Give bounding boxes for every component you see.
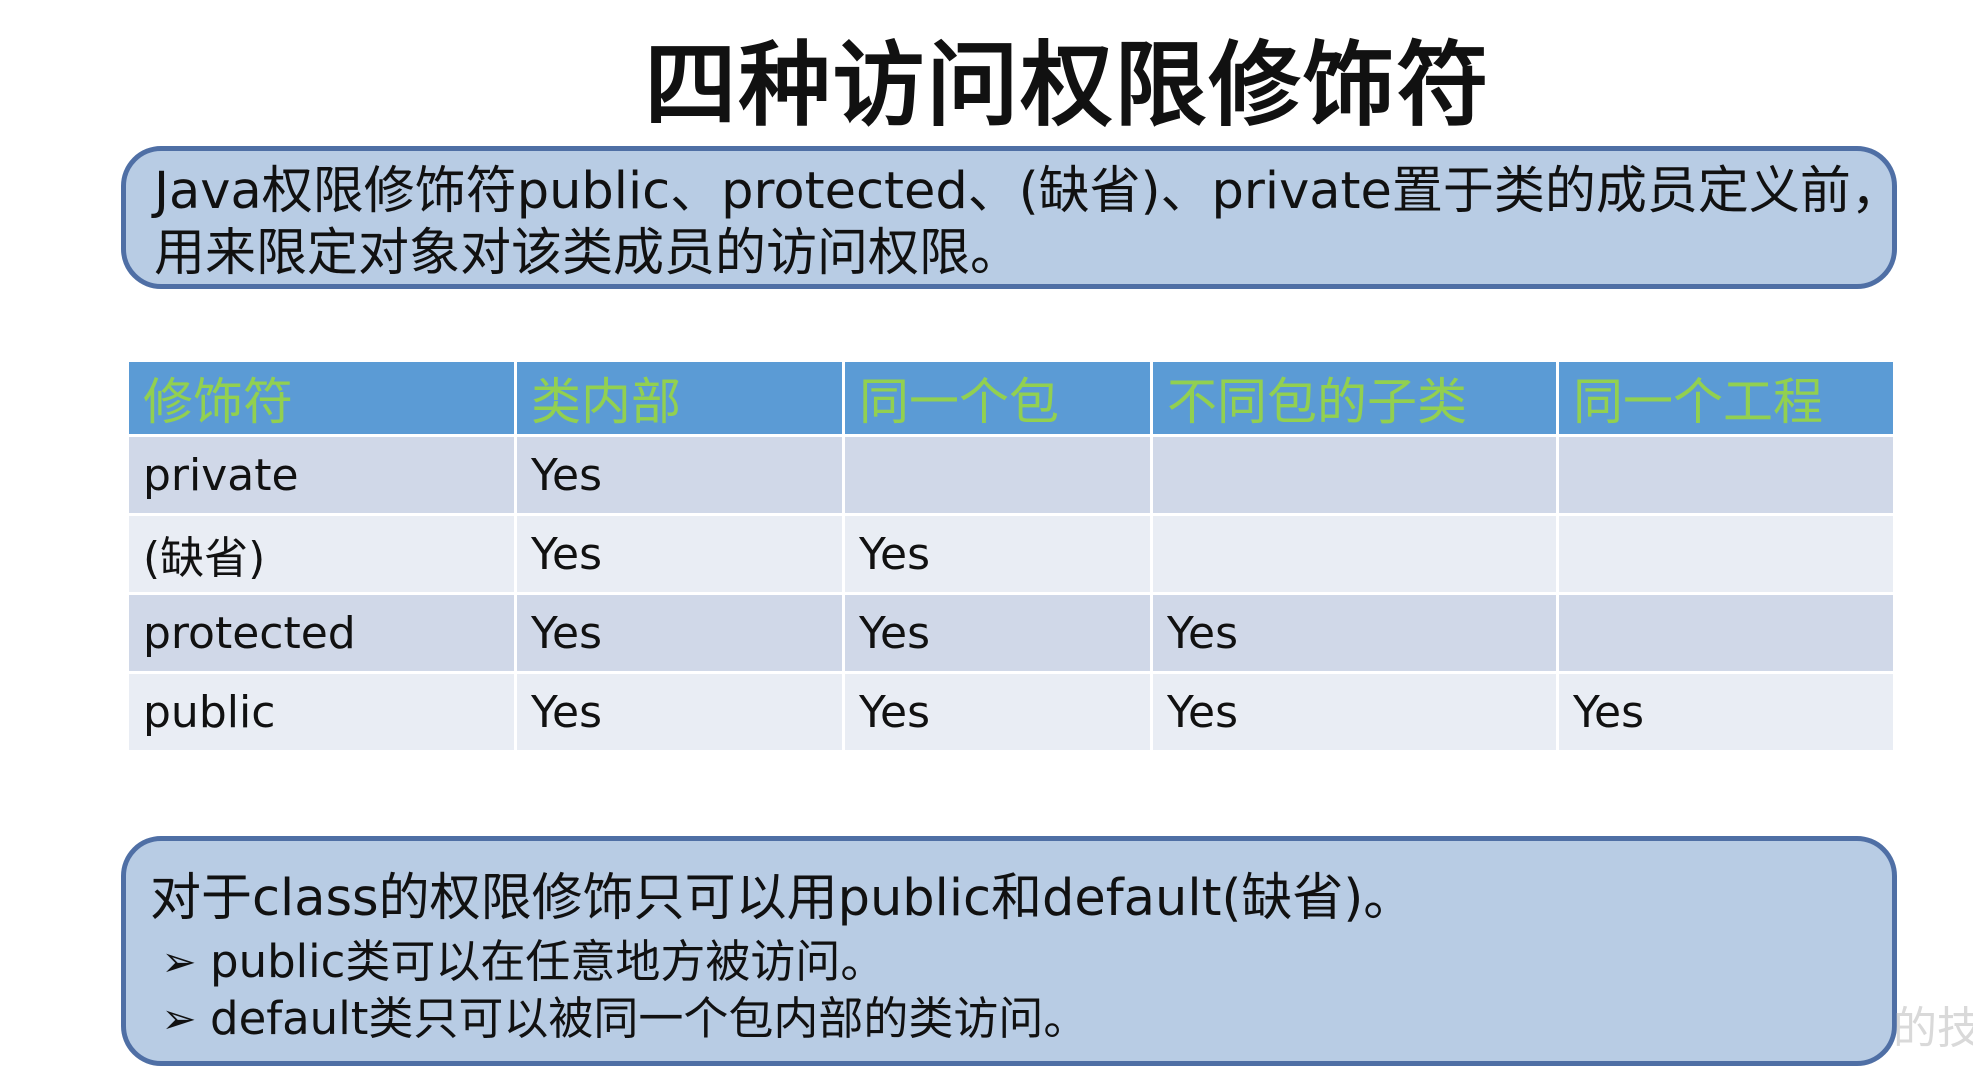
table-cell — [845, 437, 1150, 513]
table-cell: private — [129, 437, 514, 513]
table-cell — [1559, 516, 1893, 592]
table-row: private Yes — [129, 437, 1893, 513]
intro-line-1: Java权限修饰符public、protected、(缺省)、private置于… — [154, 162, 1902, 221]
table-cell — [1559, 595, 1893, 671]
table-cell: Yes — [1559, 674, 1893, 750]
access-modifier-table: 修饰符 类内部 同一个包 不同包的子类 同一个工程 private Yes (缺… — [126, 359, 1896, 753]
table-cell: Yes — [517, 516, 842, 592]
table-cell: Yes — [517, 595, 842, 671]
table-cell: Yes — [517, 674, 842, 750]
table-cell: Yes — [845, 674, 1150, 750]
bullet-text: default类只可以被同一个包内部的类访问。 — [210, 992, 1089, 1045]
arrow-bullet-icon: ➢ — [161, 937, 197, 986]
table-cell — [1153, 516, 1556, 592]
header-same-package: 同一个包 — [845, 362, 1150, 434]
class-modifier-summary: 对于class的权限修饰只可以用public和default(缺省)。 — [150, 869, 1415, 928]
table-row: protected Yes Yes Yes — [129, 595, 1893, 671]
table-cell — [1153, 437, 1556, 513]
header-same-class: 类内部 — [517, 362, 842, 434]
table-cell: Yes — [845, 516, 1150, 592]
table-cell — [1559, 437, 1893, 513]
table-cell: Yes — [517, 437, 842, 513]
intro-box: Java权限修饰符public、protected、(缺省)、private置于… — [121, 146, 1902, 289]
slide-title: 四种访问权限修饰符 — [644, 31, 1491, 139]
bullet-item: ➢ default类只可以被同一个包内部的类访问。 — [150, 990, 1868, 1047]
class-modifier-note-box: 对于class的权限修饰只可以用public和default(缺省)。 ➢ pu… — [121, 836, 1897, 1066]
table-cell: public — [129, 674, 514, 750]
table-cell: Yes — [1153, 595, 1556, 671]
table-header-row: 修饰符 类内部 同一个包 不同包的子类 同一个工程 — [129, 362, 1893, 434]
arrow-bullet-icon: ➢ — [161, 994, 197, 1043]
table-cell: protected — [129, 595, 514, 671]
bullet-item: ➢ public类可以在任意地方被访问。 — [150, 933, 1868, 990]
intro-line-2: 用来限定对象对该类成员的访问权限。 — [154, 224, 1022, 283]
table-cell: Yes — [1153, 674, 1556, 750]
table-cell: Yes — [845, 595, 1150, 671]
table-row: (缺省) Yes Yes — [129, 516, 1893, 592]
bullet-text: public类可以在任意地方被访问。 — [210, 935, 886, 988]
table-cell: (缺省) — [129, 516, 514, 592]
header-subclass-other-package: 不同包的子类 — [1153, 362, 1556, 434]
header-same-project: 同一个工程 — [1559, 362, 1893, 434]
table-row: public Yes Yes Yes Yes — [129, 674, 1893, 750]
watermark: 的技 — [1893, 1003, 1973, 1054]
header-modifier: 修饰符 — [129, 362, 514, 434]
